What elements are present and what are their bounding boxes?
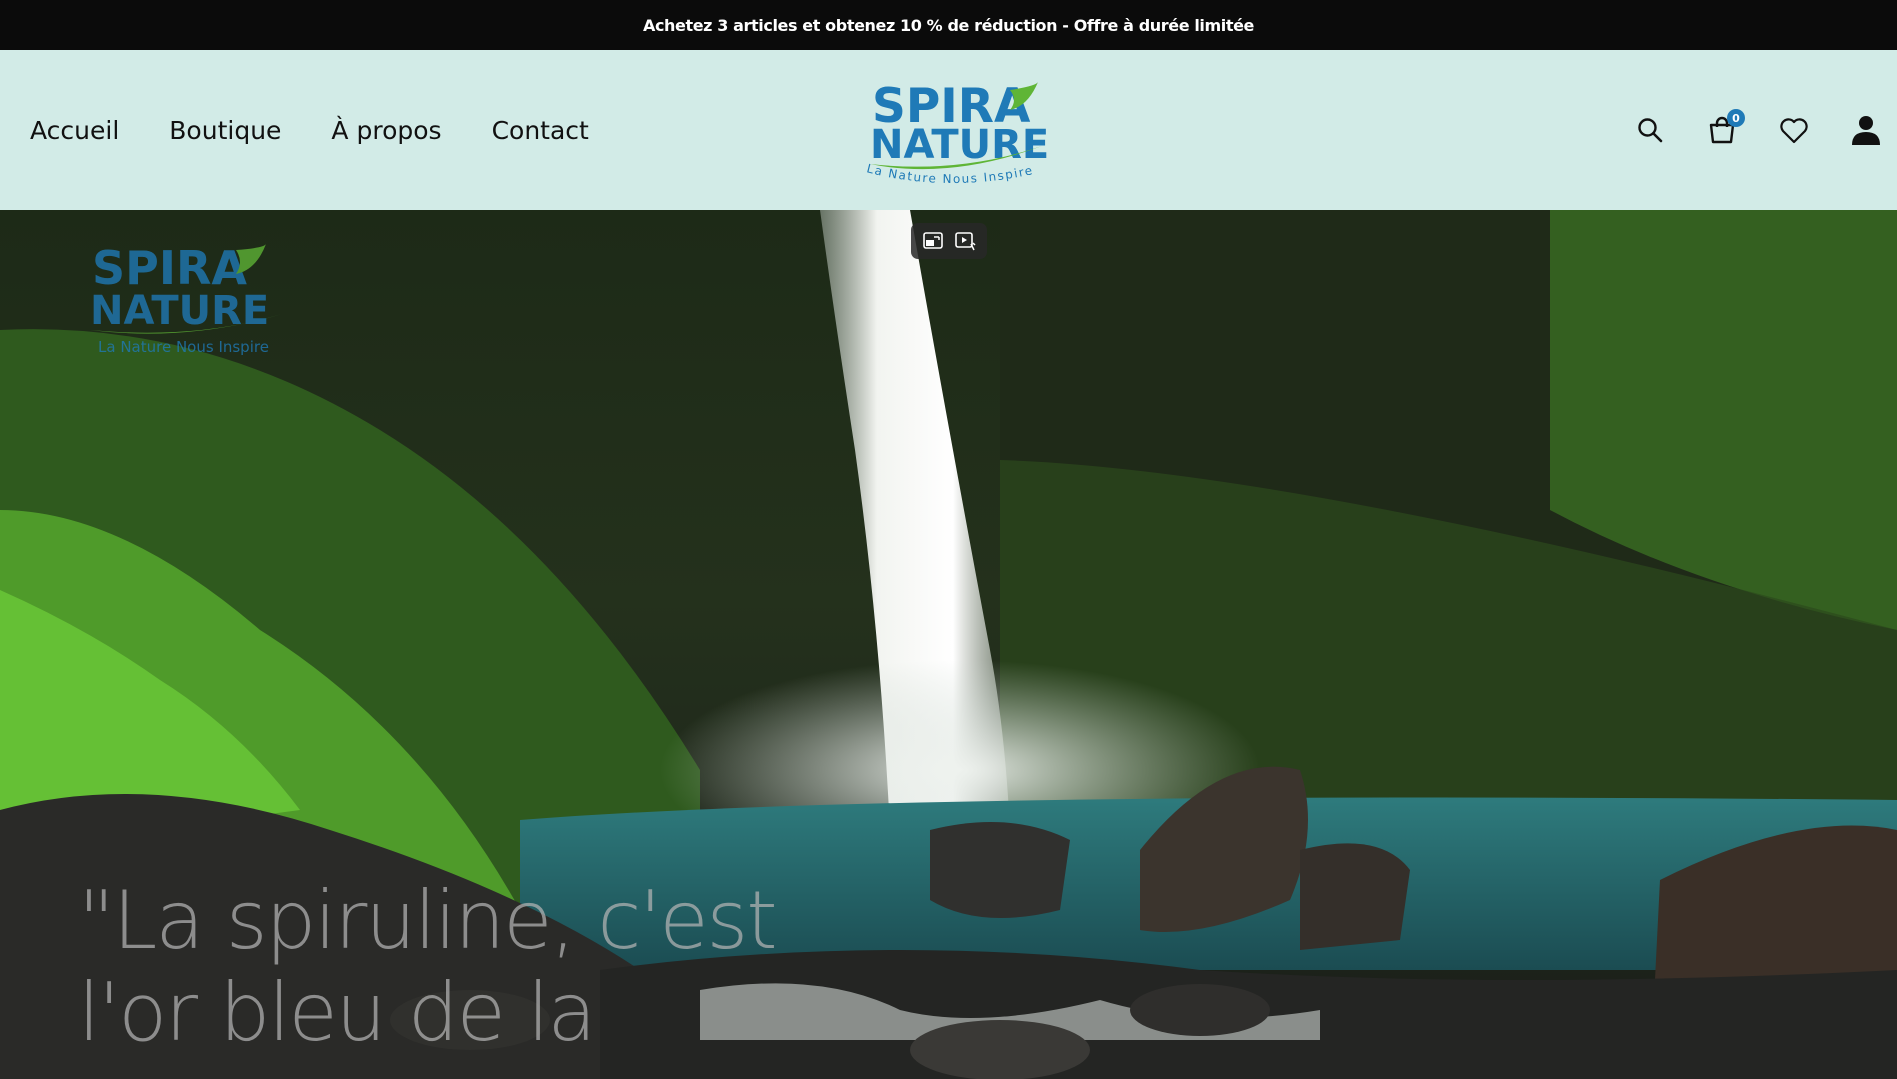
search-button[interactable] bbox=[1633, 113, 1667, 147]
nav-accueil[interactable]: Accueil bbox=[30, 116, 119, 145]
picture-in-picture-button[interactable] bbox=[952, 228, 978, 254]
exit-fullscreen-button[interactable] bbox=[920, 228, 946, 254]
nav-contact[interactable]: Contact bbox=[492, 116, 589, 145]
picture-in-picture-icon bbox=[955, 232, 976, 251]
main-nav: Accueil Boutique À propos Contact bbox=[30, 50, 589, 210]
svg-text:NATURE: NATURE bbox=[870, 122, 1049, 168]
nav-boutique[interactable]: Boutique bbox=[169, 116, 281, 145]
hero-watermark-logo: SPIRA NATURE La Nature Nous Inspire bbox=[86, 240, 292, 360]
hero-video[interactable]: SPIRA NATURE La Nature Nous Inspire "La … bbox=[0, 210, 1897, 1079]
cart-count-badge: 0 bbox=[1727, 109, 1745, 127]
search-icon bbox=[1638, 118, 1663, 143]
spira-nature-watermark: SPIRA NATURE La Nature Nous Inspire bbox=[90, 241, 282, 356]
heart-icon bbox=[1780, 118, 1808, 144]
announcement-text: Achetez 3 articles et obtenez 10 % de ré… bbox=[642, 15, 1255, 35]
exit-fullscreen-icon bbox=[923, 232, 943, 249]
video-controls bbox=[911, 223, 987, 259]
user-icon bbox=[1852, 116, 1880, 145]
svg-text:La Nature Nous Inspire: La Nature Nous Inspire bbox=[98, 338, 269, 356]
svg-text:NATURE: NATURE bbox=[90, 288, 269, 334]
spira-nature-logo: SPIRA NATURE La Nature Nous Inspire bbox=[865, 79, 1049, 186]
account-button[interactable] bbox=[1849, 113, 1883, 147]
svg-text:SPIRA: SPIRA bbox=[92, 241, 247, 295]
site-logo[interactable]: SPIRA NATURE La Nature Nous Inspire bbox=[860, 76, 1050, 186]
hero-quote: "La spiruline, c'est l'or bleu de la bbox=[78, 874, 778, 1059]
cart-button[interactable]: 0 bbox=[1705, 109, 1745, 147]
wishlist-button[interactable] bbox=[1777, 113, 1811, 147]
nav-a-propos[interactable]: À propos bbox=[331, 116, 441, 145]
announcement-bar: Achetez 3 articles et obtenez 10 % de ré… bbox=[0, 0, 1897, 50]
header-icons: 0 bbox=[1633, 50, 1883, 210]
site-header: Accueil Boutique À propos Contact SPIRA … bbox=[0, 50, 1897, 210]
